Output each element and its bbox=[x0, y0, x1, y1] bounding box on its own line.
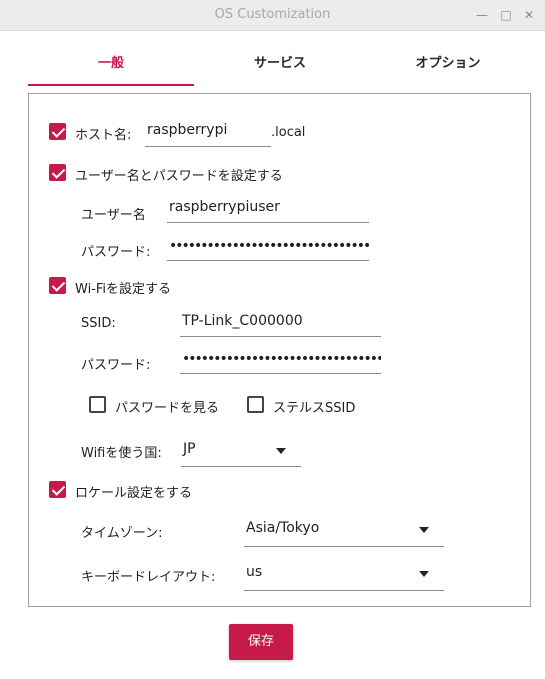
ssid-input[interactable]: TP-Link_C000000 bbox=[180, 309, 381, 337]
hostname-checkbox[interactable] bbox=[49, 123, 66, 140]
timezone-select[interactable]: Asia/Tokyo bbox=[244, 514, 444, 547]
hidden-ssid-label: ステルスSSID bbox=[273, 401, 356, 416]
wifi-password-input[interactable]: ••••••••••••••••••••••••••••••••••••••• bbox=[180, 346, 381, 374]
close-icon[interactable]: ✕ bbox=[521, 6, 537, 24]
username-label: ユーザー名 bbox=[81, 208, 146, 223]
chevron-down-icon bbox=[276, 448, 286, 454]
username-input[interactable]: raspberrypiuser bbox=[167, 195, 369, 223]
show-password-label: パスワードを見る bbox=[115, 401, 220, 416]
show-password-checkbox[interactable] bbox=[89, 396, 106, 413]
tab-options[interactable]: オプション bbox=[365, 41, 531, 86]
wifi-checkbox[interactable] bbox=[49, 277, 66, 294]
keyboard-value: us bbox=[246, 564, 263, 580]
timezone-value: Asia/Tokyo bbox=[246, 520, 320, 536]
keyboard-select[interactable]: us bbox=[244, 558, 444, 591]
keyboard-label: キーボードレイアウト: bbox=[81, 570, 216, 585]
tab-general[interactable]: 一般 bbox=[28, 41, 194, 86]
user-checkbox[interactable] bbox=[49, 164, 66, 181]
tab-services[interactable]: サービス bbox=[197, 41, 363, 86]
user-section-label: ユーザー名とパスワードを設定する bbox=[75, 169, 283, 184]
hostname-label: ホスト名: bbox=[75, 128, 132, 143]
window-title: OS Customization bbox=[214, 7, 331, 22]
timezone-label: タイムゾーン: bbox=[81, 526, 163, 541]
save-button[interactable]: 保存 bbox=[229, 624, 293, 660]
title-bar: OS Customization — □ ✕ bbox=[0, 0, 545, 31]
minimize-icon[interactable]: — bbox=[474, 6, 490, 24]
hidden-ssid-checkbox[interactable] bbox=[247, 396, 264, 413]
wifi-country-value: JP bbox=[183, 441, 196, 457]
user-password-input[interactable]: ••••••••••••••••••••••••••••••••••••••• bbox=[167, 233, 369, 261]
user-password-label: パスワード: bbox=[81, 245, 151, 260]
wifi-section-label: Wi-Fiを設定する bbox=[75, 282, 172, 297]
locale-section-label: ロケール設定をする bbox=[75, 486, 193, 501]
chevron-down-icon bbox=[419, 527, 429, 533]
chevron-down-icon bbox=[419, 571, 429, 577]
hostname-suffix: .local bbox=[271, 125, 306, 140]
ssid-label: SSID: bbox=[81, 316, 116, 331]
general-panel: ホスト名: raspberrypi .local ユーザー名とパスワードを設定す… bbox=[28, 93, 531, 607]
maximize-icon[interactable]: □ bbox=[498, 6, 514, 24]
locale-checkbox[interactable] bbox=[49, 481, 66, 498]
wifi-password-label: パスワード: bbox=[81, 358, 151, 373]
hostname-input[interactable]: raspberrypi bbox=[145, 119, 271, 147]
wifi-country-label: Wifiを使う国: bbox=[81, 446, 162, 461]
